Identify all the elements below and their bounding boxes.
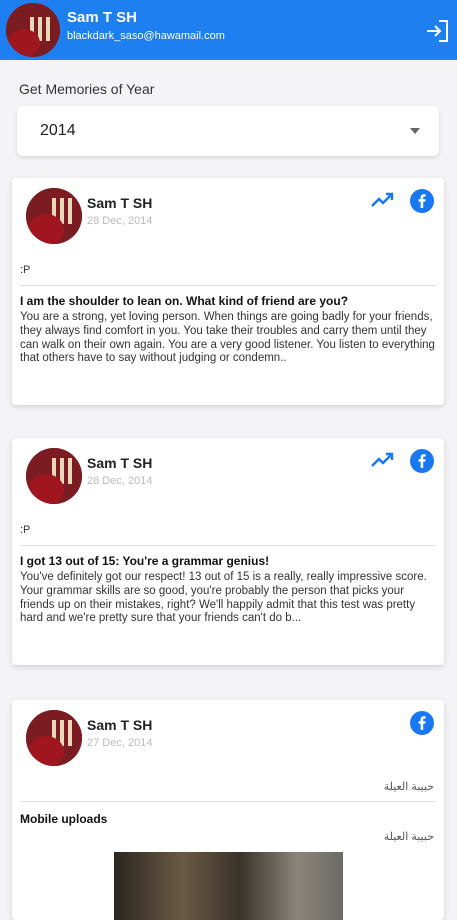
post-title: I got 13 out of 15: You're a grammar gen…: [20, 554, 270, 568]
divider: [20, 285, 436, 286]
post-title: I am the shoulder to lean on. What kind …: [20, 294, 349, 308]
logout-icon[interactable]: [425, 18, 451, 44]
post-mood: :P: [20, 264, 31, 276]
facebook-icon[interactable]: [410, 449, 434, 473]
post-mood: :P: [20, 524, 31, 536]
divider: [20, 801, 436, 802]
post-author: Sam T SH: [87, 455, 153, 471]
year-select[interactable]: 2014: [17, 106, 439, 156]
trending-up-icon[interactable]: [371, 452, 395, 468]
profile-avatar[interactable]: [6, 3, 60, 57]
divider: [20, 545, 436, 546]
chevron-down-icon: [410, 128, 420, 134]
post-author: Sam T SH: [87, 195, 153, 211]
trending-up-icon[interactable]: [371, 192, 395, 208]
post-body: You are a strong, yet loving person. Whe…: [20, 311, 435, 365]
user-email: blackdark_saso@hawamail.com: [67, 30, 225, 42]
post-date: 28 Dec, 2014: [87, 475, 153, 487]
post-text-arabic: حبيبة العيلة: [383, 781, 434, 793]
memory-card: Sam T SH 28 Dec, 2014 :P I am the should…: [12, 178, 444, 405]
post-author: Sam T SH: [87, 717, 153, 733]
avatar: [26, 448, 82, 504]
facebook-icon[interactable]: [410, 711, 434, 735]
avatar: [26, 188, 82, 244]
post-body: You've definitely got our respect! 13 ou…: [20, 571, 427, 625]
year-picker-label: Get Memories of Year: [19, 81, 155, 97]
user-name: Sam T SH: [67, 9, 138, 26]
post-title: Mobile uploads: [20, 812, 108, 826]
photo-caption: حبيبة العيلة: [383, 831, 434, 843]
app-header: Sam T SH blackdark_saso@hawamail.com: [0, 0, 457, 60]
memory-card: Sam T SH 27 Dec, 2014 حبيبة العيلة Mobil…: [12, 700, 444, 920]
post-date: 28 Dec, 2014: [87, 215, 153, 227]
facebook-icon[interactable]: [410, 189, 434, 213]
post-photo[interactable]: [114, 852, 343, 920]
memory-card: Sam T SH 28 Dec, 2014 :P I got 13 out of…: [12, 438, 444, 665]
year-select-value: 2014: [40, 122, 76, 139]
avatar: [26, 710, 82, 766]
post-date: 27 Dec, 2014: [87, 737, 153, 749]
